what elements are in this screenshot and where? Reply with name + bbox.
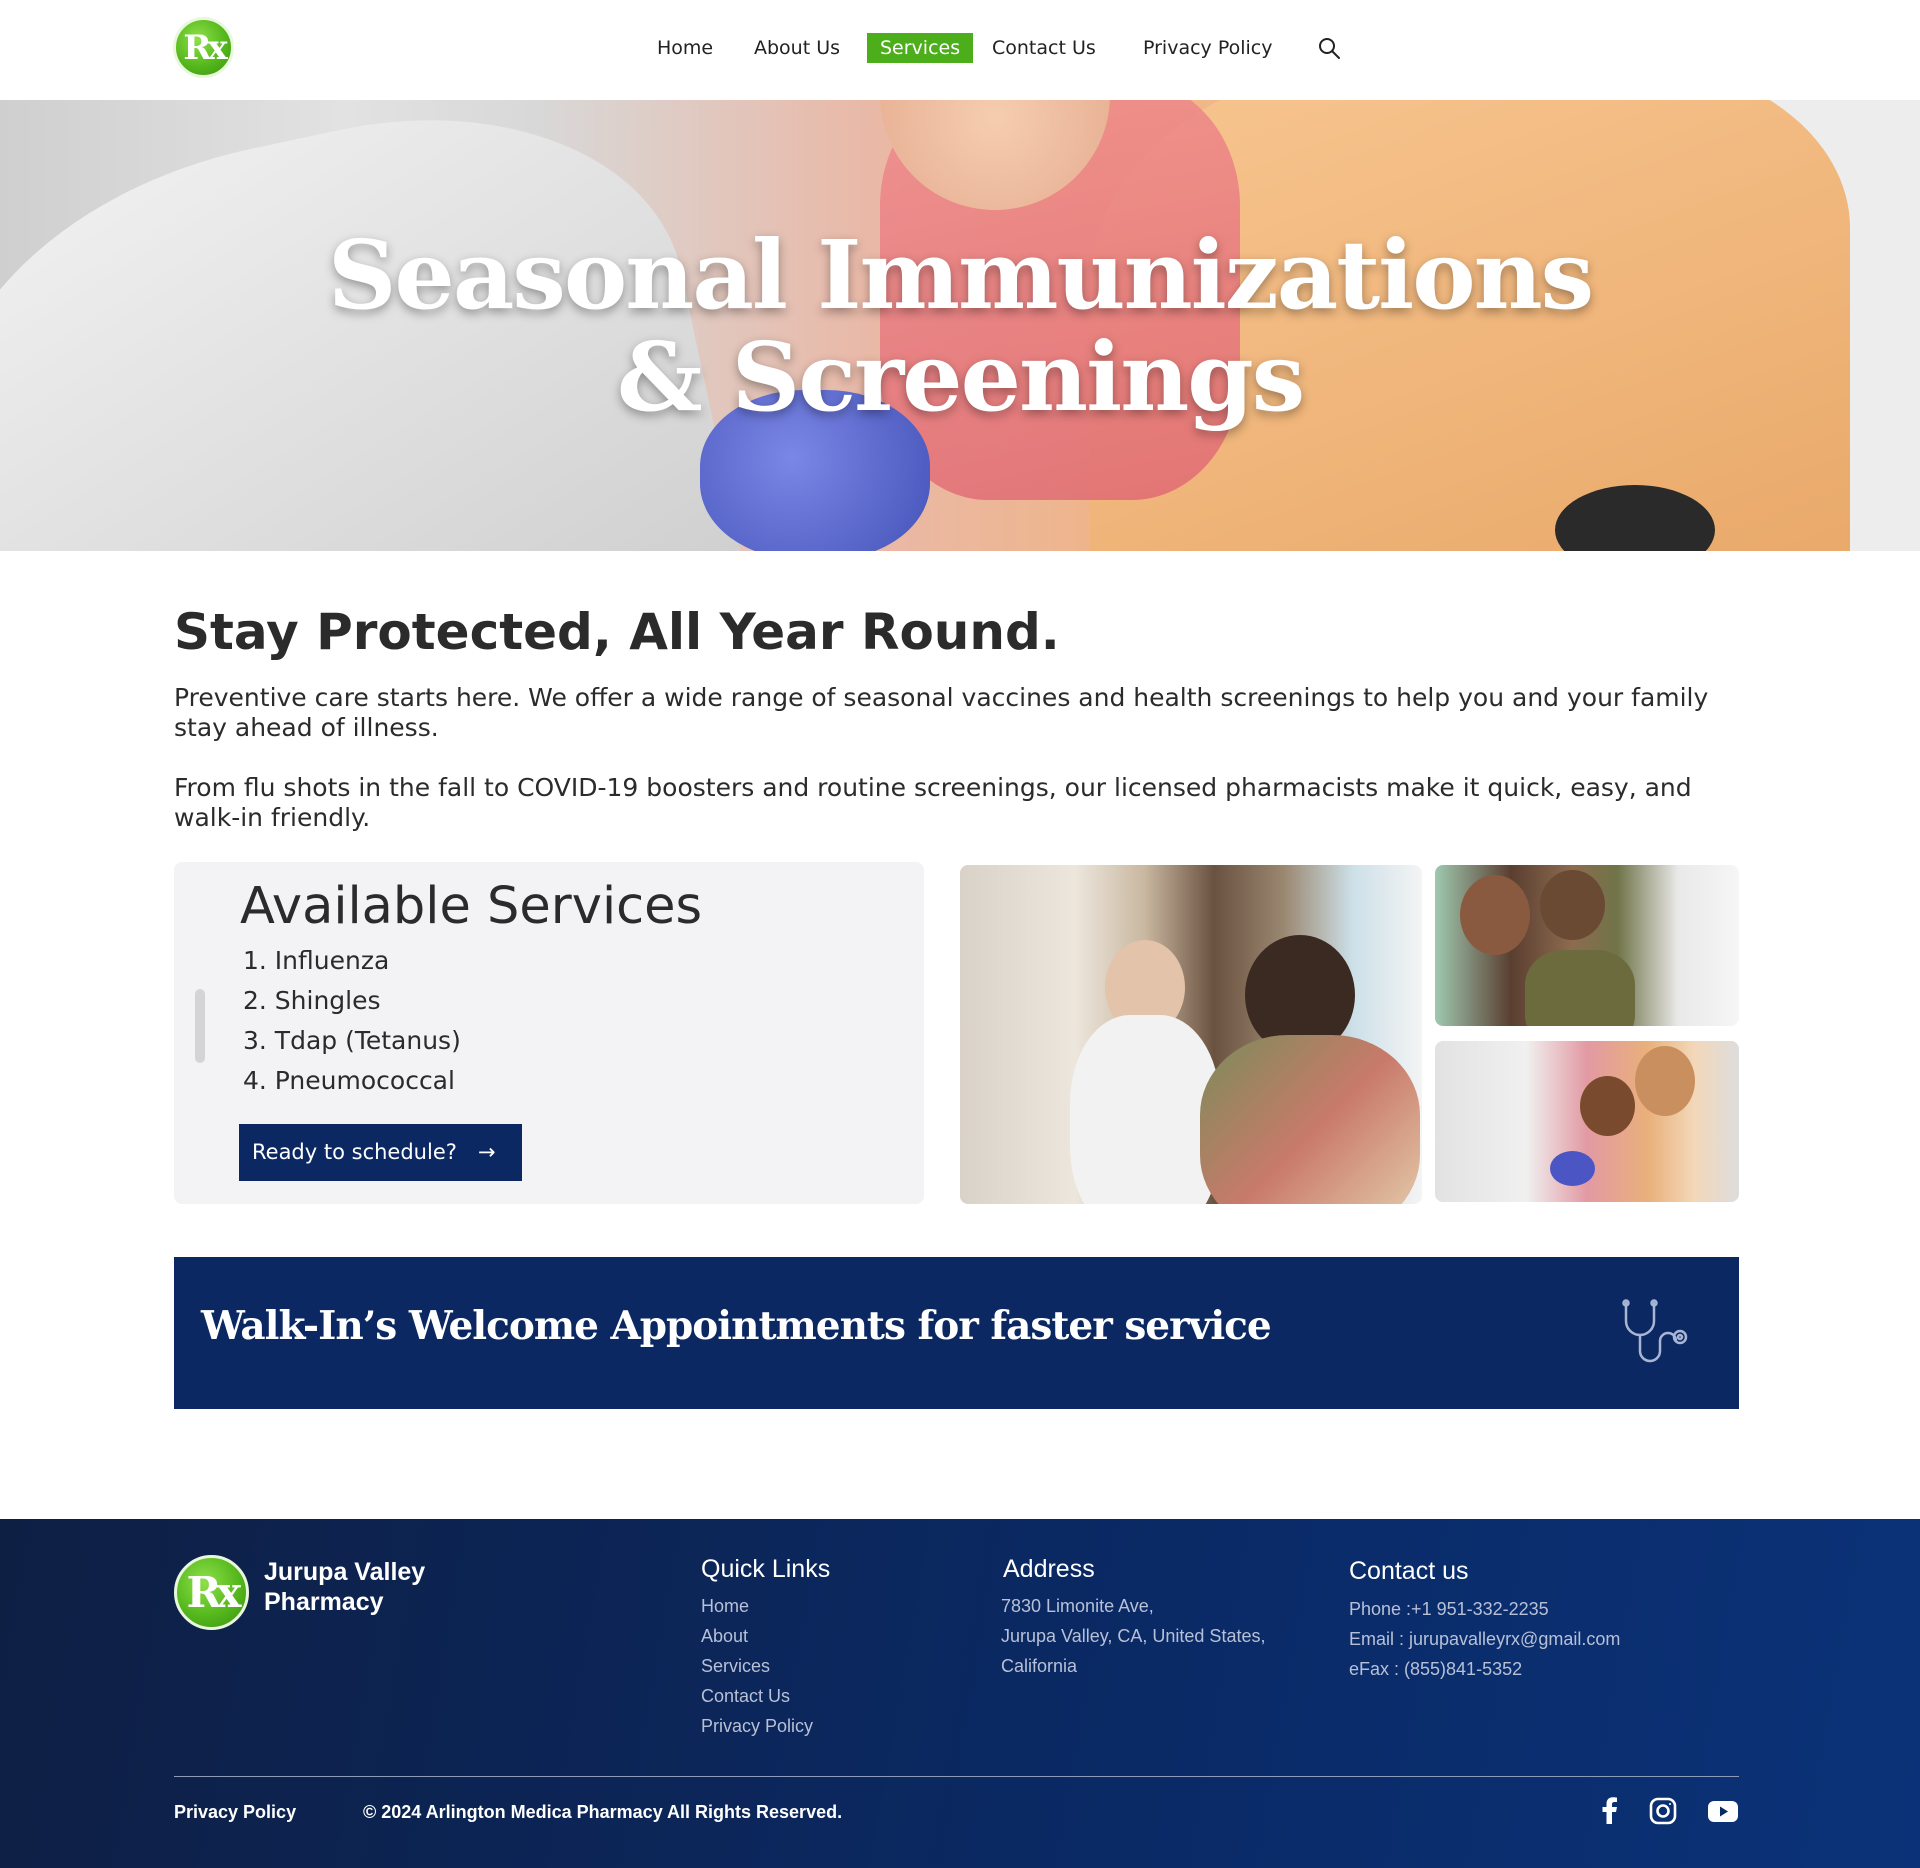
photo-shape	[1460, 875, 1530, 955]
section-heading: Stay Protected, All Year Round.	[174, 603, 1060, 661]
intro-paragraph-2: From flu shots in the fall to COVID-19 b…	[174, 773, 1692, 832]
footer-brand-name: Jurupa Valley Pharmacy	[264, 1558, 426, 1616]
contact-phone[interactable]: Phone :+1 951-332-2235	[1349, 1594, 1620, 1624]
photo-shape	[1200, 1035, 1420, 1204]
service-item: 2. Shingles	[243, 986, 381, 1015]
footer-privacy-policy-link[interactable]: Privacy Policy	[174, 1802, 296, 1823]
hero-title-line1: Seasonal Immunizations	[327, 220, 1594, 331]
walk-in-banner: Walk-In’s Welcome Appointments for faste…	[174, 1257, 1739, 1409]
address-line: 7830 Limonite Ave,	[1001, 1596, 1154, 1616]
footer-link-services[interactable]: Services	[701, 1651, 813, 1681]
scrollbar-thumb[interactable]	[195, 989, 205, 1063]
services-list: 1. Influenza 2. Shingles 3. Tdap (Tetanu…	[243, 941, 461, 1101]
photo-pharmacist-vaccinating-woman	[960, 865, 1422, 1204]
quick-links-heading: Quick Links	[701, 1555, 831, 1583]
rx-logo[interactable]: Rx	[173, 17, 234, 78]
nav-about-us[interactable]: About Us	[754, 33, 840, 63]
photo-shape	[1070, 1015, 1220, 1204]
footer-link-home[interactable]: Home	[701, 1591, 813, 1621]
photo-shape	[1540, 870, 1605, 940]
nav-privacy-policy[interactable]: Privacy Policy	[1143, 33, 1272, 63]
arrow-right-icon: →	[478, 1140, 496, 1164]
nav-services[interactable]: Services	[867, 33, 974, 63]
service-item: 3. Tdap (Tetanus)	[243, 1026, 461, 1055]
search-icon[interactable]	[1317, 36, 1341, 60]
nav-home[interactable]: Home	[657, 33, 713, 63]
photo-shape	[1635, 1046, 1695, 1116]
address-block: 7830 Limonite Ave, Jurupa Valley, CA, Un…	[1001, 1591, 1265, 1681]
copyright-text: © 2024 Arlington Medica Pharmacy All Rig…	[363, 1802, 843, 1822]
logo-text: Rx	[183, 27, 227, 68]
site-footer: Rx Jurupa Valley Pharmacy Quick Links Ho…	[0, 1519, 1920, 1868]
footer-link-privacy-policy[interactable]: Privacy Policy	[701, 1711, 813, 1741]
photo-shape	[1525, 950, 1635, 1026]
footer-link-contact-us[interactable]: Contact Us	[701, 1681, 813, 1711]
schedule-button[interactable]: Ready to schedule? →	[239, 1124, 522, 1181]
instagram-icon[interactable]	[1648, 1796, 1678, 1826]
footer-divider	[174, 1776, 1739, 1777]
footer-rx-logo[interactable]: Rx	[174, 1555, 249, 1630]
address-line: California	[1001, 1656, 1078, 1676]
contact-block: Phone :+1 951-332-2235 Email : jurupaval…	[1349, 1594, 1620, 1684]
photo-shape	[1580, 1076, 1635, 1136]
services-card: Available Services 1. Influenza 2. Shing…	[174, 862, 924, 1204]
contact-email[interactable]: Email : jurupavalleyrx@gmail.com	[1349, 1624, 1620, 1654]
intro-paragraph-1: Preventive care starts here. We offer a …	[174, 683, 1709, 742]
services-title: Available Services	[240, 877, 703, 936]
youtube-icon[interactable]	[1707, 1796, 1739, 1826]
quick-links-list: Home About Services Contact Us Privacy P…	[701, 1591, 813, 1741]
contact-efax: eFax : (855)841-5352	[1349, 1659, 1523, 1679]
nav-contact-us[interactable]: Contact Us	[992, 33, 1096, 63]
address-line: Jurupa Valley, CA, United States,	[1001, 1626, 1266, 1646]
footer-logo-text: Rx	[186, 1567, 242, 1617]
photo-shape	[1550, 1151, 1595, 1186]
contact-heading: Contact us	[1349, 1557, 1469, 1585]
facebook-icon[interactable]	[1595, 1796, 1625, 1826]
walk-in-text: Walk-In’s Welcome Appointments for faste…	[201, 1303, 1272, 1349]
service-item: 4. Pneumococcal	[243, 1066, 455, 1095]
address-heading: Address	[1003, 1555, 1095, 1583]
stethoscope-icon	[1622, 1299, 1688, 1363]
hero-title-line2: & Screenings	[616, 322, 1305, 433]
site-header: Rx Home About Us Services Contact Us Pri…	[0, 0, 1920, 100]
hero-title: Seasonal Immunizations & Screenings	[0, 225, 1920, 429]
photo-mother-and-son	[1435, 865, 1739, 1026]
photo-girl-vaccination	[1435, 1041, 1739, 1202]
hero-banner: Seasonal Immunizations & Screenings	[0, 100, 1920, 551]
service-item: 1. Influenza	[243, 946, 390, 975]
schedule-button-label: Ready to schedule?	[252, 1140, 457, 1164]
footer-link-about[interactable]: About	[701, 1621, 813, 1651]
